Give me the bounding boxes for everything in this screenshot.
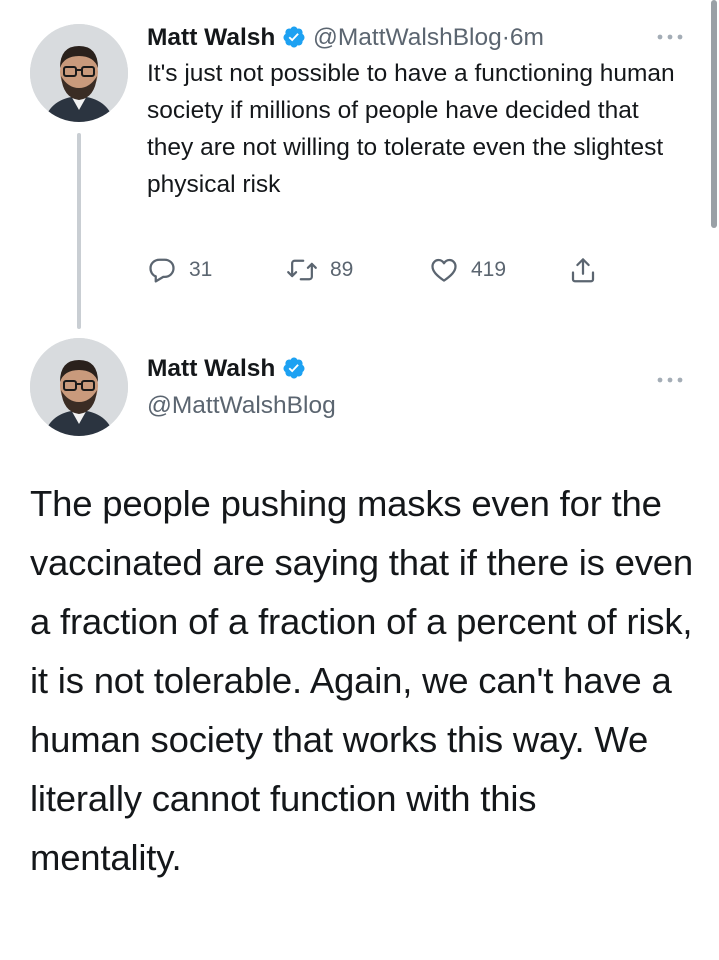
reply-action[interactable]: 31: [147, 255, 212, 285]
retweet-count: 89: [330, 258, 354, 281]
scrollbar[interactable]: [711, 0, 717, 228]
retweet-action[interactable]: 89: [286, 255, 353, 285]
more-options-icon[interactable]: [656, 365, 684, 391]
profile-photo: [30, 338, 128, 436]
more-options-icon[interactable]: [656, 22, 684, 48]
reply-tweet-text: It's just not possible to have a functio…: [147, 60, 675, 198]
like-count: 419: [471, 258, 507, 281]
profile-photo: [30, 24, 128, 122]
reply-tweet-header: Matt Walsh @MattWalshBlog·6m: [147, 22, 544, 58]
retweet-icon: [287, 259, 317, 281]
verified-badge-icon: [282, 356, 306, 389]
author-handle[interactable]: @MattWalshBlog: [147, 390, 336, 422]
reply-icon: [149, 258, 175, 283]
share-icon: [571, 258, 595, 283]
reply-count: 31: [189, 258, 213, 281]
like-icon: [431, 258, 457, 282]
thread-connector-line: [77, 133, 81, 329]
avatar[interactable]: [30, 24, 128, 122]
tweet-time[interactable]: 6m: [510, 24, 544, 51]
author-handle[interactable]: @MattWalshBlog: [313, 24, 502, 51]
main-tweet-author: Matt Walsh: [147, 353, 306, 389]
author-name[interactable]: Matt Walsh: [147, 24, 275, 51]
verified-badge-icon: [282, 25, 306, 58]
main-tweet-text: The people pushing masks even for the va…: [30, 483, 693, 878]
share-action[interactable]: [568, 255, 610, 285]
author-name[interactable]: Matt Walsh: [147, 355, 275, 382]
like-action[interactable]: 419: [429, 255, 506, 285]
separator-dot: ·: [501, 24, 510, 51]
avatar[interactable]: [30, 338, 128, 436]
